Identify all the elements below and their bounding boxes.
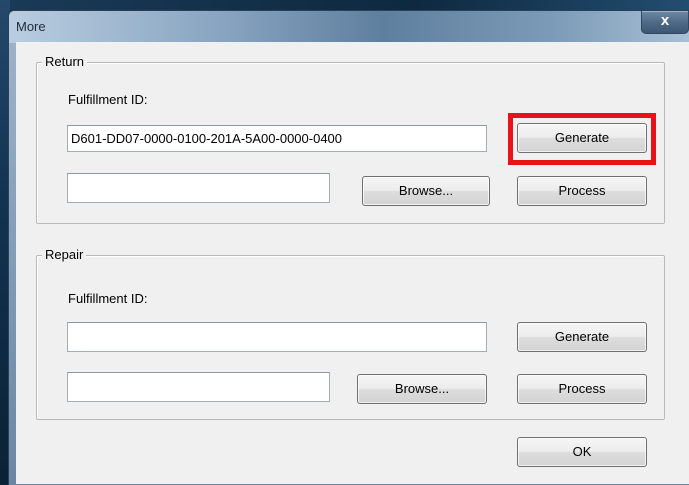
repair-file-path-input[interactable] <box>67 372 330 402</box>
return-file-path-input[interactable] <box>67 173 330 203</box>
dialog-client-area: Return Fulfillment ID: Generate Browse..… <box>16 42 689 484</box>
return-fulfillment-id-label: Fulfillment ID: <box>68 92 148 107</box>
repair-fulfillment-id-input[interactable] <box>67 322 487 352</box>
return-generate-button[interactable]: Generate <box>517 123 647 153</box>
repair-generate-button[interactable]: Generate <box>517 322 647 352</box>
window-title: More <box>16 19 46 34</box>
return-browse-button[interactable]: Browse... <box>362 176 490 206</box>
close-icon: x <box>660 12 670 29</box>
repair-fulfillment-id-label: Fulfillment ID: <box>68 291 148 306</box>
repair-process-button[interactable]: Process <box>517 374 647 404</box>
ok-button[interactable]: OK <box>517 437 647 467</box>
title-bar[interactable]: More x <box>9 11 689 43</box>
close-button[interactable]: x <box>641 11 689 34</box>
return-group-legend: Return <box>42 54 88 69</box>
desktop-background-top <box>0 0 689 10</box>
repair-group-legend: Repair <box>42 247 87 262</box>
return-fulfillment-id-input[interactable] <box>67 125 487 152</box>
return-process-button[interactable]: Process <box>517 176 647 206</box>
repair-browse-button[interactable]: Browse... <box>357 374 487 404</box>
